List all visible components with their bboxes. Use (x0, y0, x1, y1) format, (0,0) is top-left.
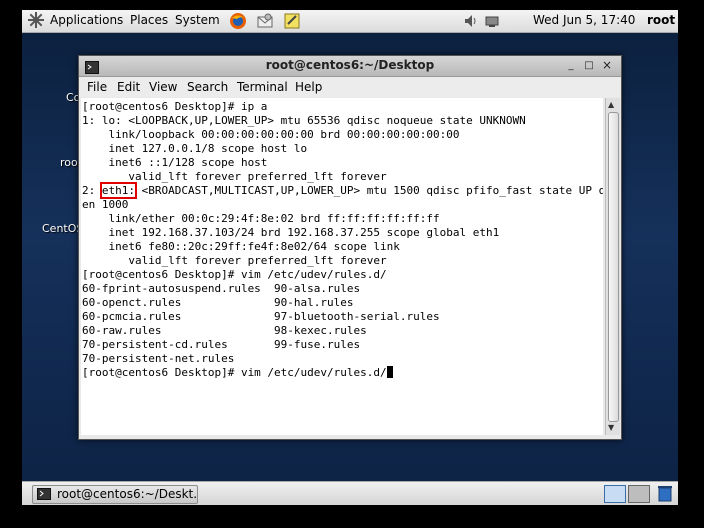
minimize-button[interactable]: _ (564, 59, 578, 72)
taskbar-task-label: root@centos6:~/Deskt... (57, 487, 198, 501)
terminal-line: 60-raw.rules 98-kexec.rules (82, 324, 367, 337)
terminal-window: root@centos6:~/Desktop _ □ × File Edit V… (78, 55, 622, 440)
terminal-line-eth1: 2: eth1: <BROADCAST,MULTICAST,UP,LOWER_U… (82, 182, 603, 199)
terminal-line: 60-openct.rules 90-hal.rules (82, 296, 354, 309)
applications-menu-icon[interactable] (28, 12, 44, 31)
scroll-down-arrow-icon[interactable]: ▼ (608, 423, 614, 432)
menu-help[interactable]: Help (295, 80, 322, 94)
terminal-line: en 1000 (82, 198, 129, 211)
trash-icon[interactable] (658, 485, 672, 505)
desktop-icon-home-label[interactable]: roo (60, 156, 78, 169)
terminal-line: [root@centos6 Desktop]# vim /etc/udev/ru… (82, 268, 387, 281)
vertical-scrollbar[interactable]: ▲ ▼ (605, 98, 620, 435)
mail-client-icon[interactable] (256, 12, 274, 33)
window-titlebar[interactable]: root@centos6:~/Desktop _ □ × (79, 56, 621, 77)
terminal-line: 60-pcmcia.rules 97-bluetooth-serial.rule… (82, 310, 440, 323)
terminal-line: inet6 ::1/128 scope host (82, 156, 268, 169)
terminal-line: 1: lo: <LOOPBACK,UP,LOWER_UP> mtu 65536 … (82, 114, 526, 127)
scroll-up-arrow-icon[interactable]: ▲ (608, 100, 614, 109)
system-menu[interactable]: System (175, 13, 220, 27)
terminal-line: link/ether 00:0c:29:4f:8e:02 brd ff:ff:f… (82, 212, 440, 225)
network-icon[interactable] (484, 13, 500, 32)
menu-view[interactable]: View (149, 80, 177, 94)
bottom-panel: root@centos6:~/Deskt... (22, 481, 678, 505)
desktop: Applications Places System Wed Jun 5, 17… (22, 10, 678, 505)
terminal-line: 70-persistent-net.rules (82, 352, 235, 365)
eth1-prefix: 2: (82, 184, 102, 197)
terminal-line: inet 127.0.0.1/8 scope host lo (82, 142, 308, 155)
terminal-line: valid_lft forever preferred_lft forever (82, 254, 387, 267)
maximize-button[interactable]: □ (582, 59, 596, 72)
terminal-line: inet 192.168.37.103/24 brd 192.168.37.25… (82, 226, 500, 239)
user-name[interactable]: root (647, 13, 675, 27)
terminal-task-icon (37, 488, 51, 503)
terminal-prompt-line: [root@centos6 Desktop]# vim /etc/udev/ru… (82, 366, 393, 380)
menu-search[interactable]: Search (187, 80, 228, 94)
menu-file[interactable]: File (87, 80, 107, 94)
terminal-output[interactable]: [root@centos6 Desktop]# ip a 1: lo: <LOO… (81, 98, 603, 435)
top-panel: Applications Places System Wed Jun 5, 17… (22, 10, 678, 33)
prompt-text: [root@centos6 Desktop]# vim /etc/udev/ru… (82, 366, 387, 379)
scrollbar-thumb[interactable] (608, 112, 619, 422)
menu-terminal[interactable]: Terminal (237, 80, 288, 94)
terminal-line: link/loopback 00:00:00:00:00:00 brd 00:0… (82, 128, 460, 141)
firefox-icon[interactable] (229, 12, 247, 33)
close-button[interactable]: × (600, 59, 614, 72)
eth1-highlight: eth1: (99, 182, 138, 199)
text-editor-icon[interactable] (283, 12, 301, 33)
window-title: root@centos6:~/Desktop (265, 58, 435, 72)
terminal-line: 60-fprint-autosuspend.rules 90-alsa.rule… (82, 282, 361, 295)
menu-edit[interactable]: Edit (117, 80, 140, 94)
places-menu[interactable]: Places (130, 13, 168, 27)
clock[interactable]: Wed Jun 5, 17:40 (533, 13, 635, 27)
volume-icon[interactable] (463, 13, 479, 32)
terminal-line: valid_lft forever preferred_lft forever (82, 170, 387, 183)
terminal-line: 70-persistent-cd.rules 99-fuse.rules (82, 338, 361, 351)
terminal-line: inet6 fe80::20c:29ff:fe4f:8e02/64 scope … (82, 240, 400, 253)
workspace-1[interactable] (604, 485, 626, 503)
eth1-rest: <BROADCAST,MULTICAST,UP,LOWER_UP> mtu 15… (135, 184, 603, 197)
menu-bar: File Edit View Search Terminal Help (79, 77, 621, 97)
taskbar-terminal-button[interactable]: root@centos6:~/Deskt... (32, 485, 198, 504)
workspace-2[interactable] (628, 485, 650, 503)
terminal-line: [root@centos6 Desktop]# ip a (82, 100, 268, 113)
text-cursor (386, 366, 393, 378)
applications-menu[interactable]: Applications (50, 13, 123, 27)
